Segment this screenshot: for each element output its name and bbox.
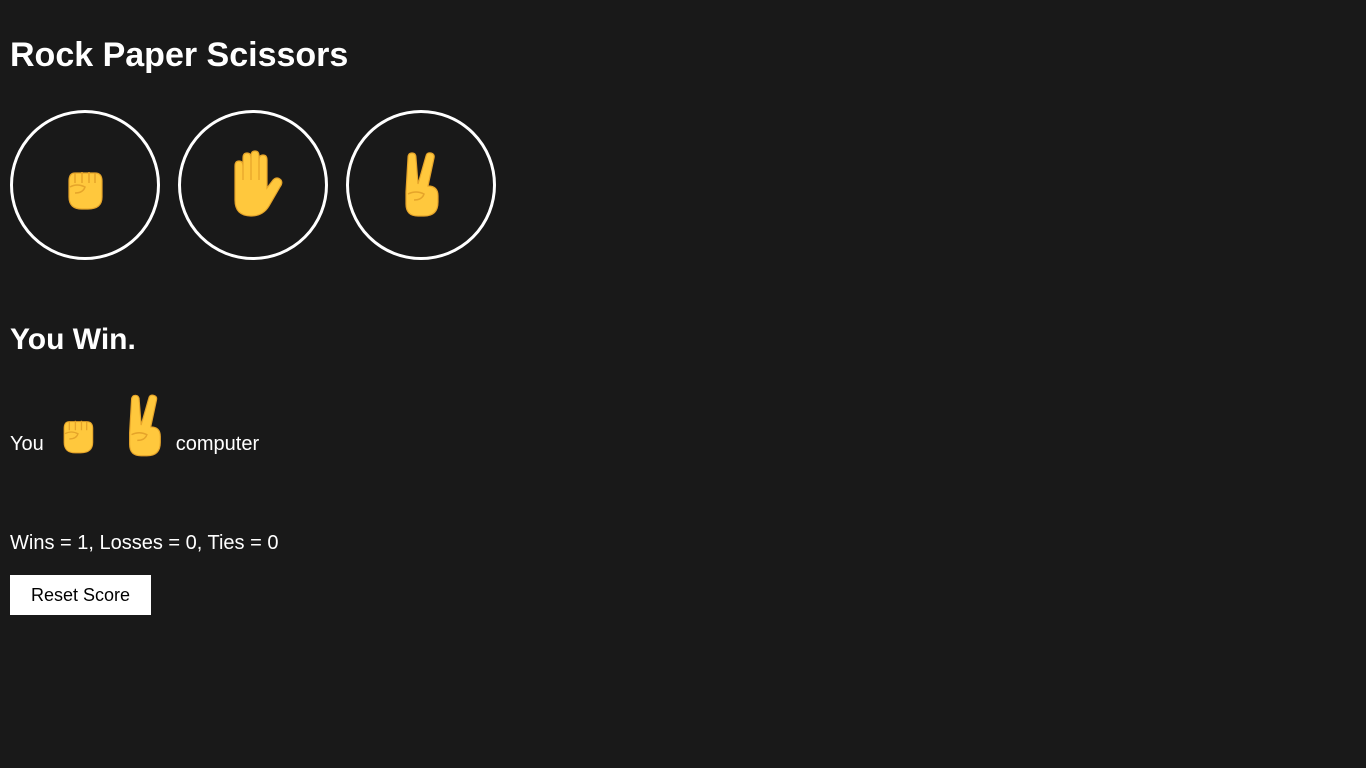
- scissors-button[interactable]: [346, 110, 496, 260]
- player-label: You: [10, 433, 44, 455]
- raised-hand-icon: [234, 150, 283, 217]
- score-text: Wins = 1, Losses = 0, Ties = 0: [10, 532, 279, 554]
- reset-score-button[interactable]: Reset Score: [10, 575, 151, 615]
- result-text: You Win.: [10, 323, 136, 356]
- page: Rock Paper Scissors You Win. You compute…: [0, 0, 1366, 768]
- computer-label: computer: [175, 433, 260, 455]
- paper-button[interactable]: [178, 110, 328, 260]
- picks-row: You computer: [10, 388, 259, 458]
- victory-hand-icon: [128, 394, 161, 457]
- raised-fist-icon: [63, 420, 94, 454]
- raised-fist-icon: [68, 172, 103, 210]
- move-buttons: [10, 110, 496, 260]
- rock-button[interactable]: [10, 110, 160, 260]
- victory-hand-icon: [405, 152, 439, 217]
- page-title: Rock Paper Scissors: [10, 36, 349, 74]
